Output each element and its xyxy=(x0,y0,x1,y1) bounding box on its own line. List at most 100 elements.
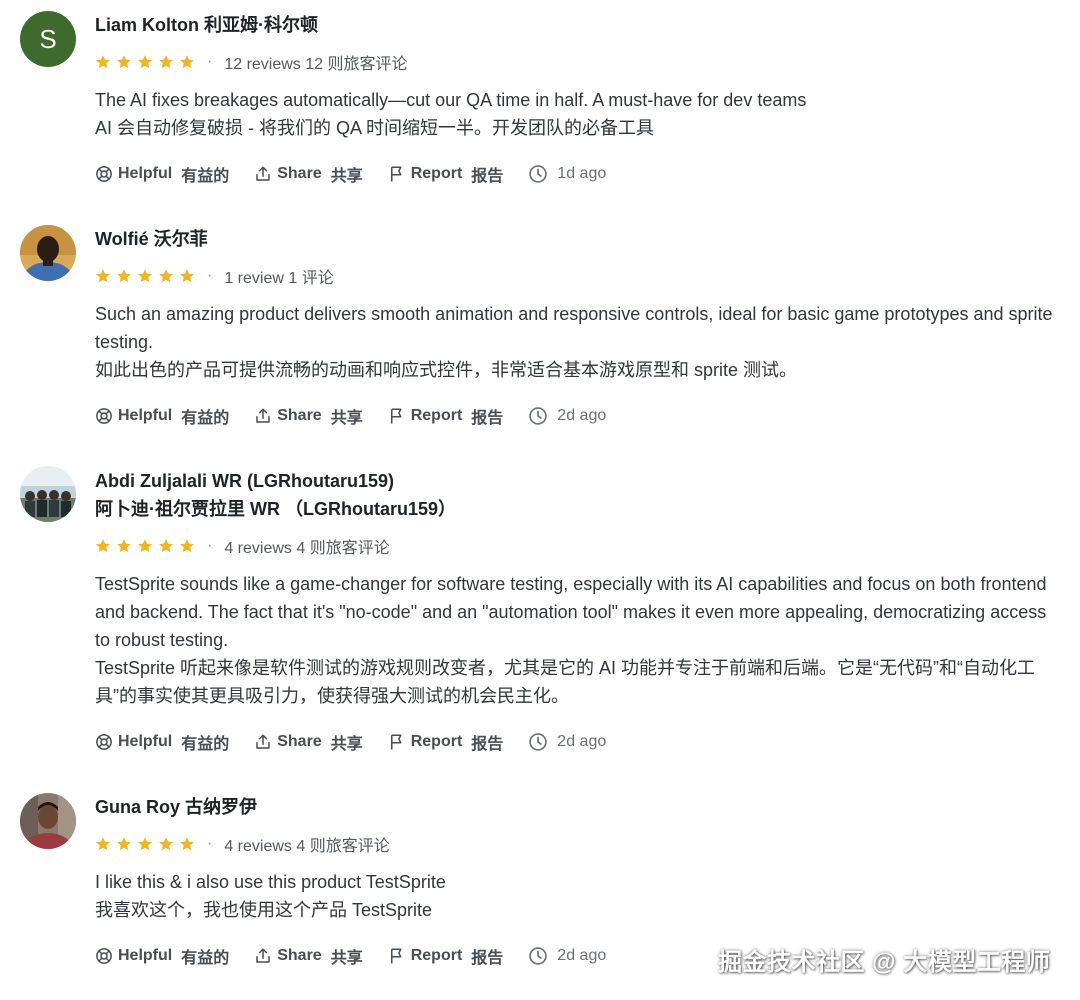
separator-dot: · xyxy=(207,53,213,70)
helpful-button[interactable]: Helpful 有益的 xyxy=(95,944,229,968)
avatar[interactable]: S xyxy=(20,11,76,67)
review-count: 1 review 1 评论 xyxy=(224,270,334,287)
share-icon xyxy=(254,947,272,965)
flag-icon xyxy=(388,733,406,751)
review-time: 2d ago xyxy=(528,732,606,752)
rating-stars xyxy=(95,538,195,554)
share-icon xyxy=(254,733,272,751)
avatar-photo xyxy=(20,225,76,281)
report-label: Report xyxy=(410,947,463,964)
share-label: Share xyxy=(277,947,322,964)
lifebuoy-icon xyxy=(95,407,113,425)
review-actions: Helpful 有益的 Share 共享 Report 报告 1d ago xyxy=(95,161,606,187)
report-label-zh: 报告 xyxy=(471,410,504,427)
report-label: Report xyxy=(410,733,463,750)
review-body: TestSprite sounds like a game-changer fo… xyxy=(95,570,1065,710)
lifebuoy-icon xyxy=(95,733,113,751)
review-time: 1d ago xyxy=(528,164,606,184)
report-label-zh: 报告 xyxy=(471,736,504,753)
star-icon xyxy=(95,538,111,554)
helpful-label-zh: 有益的 xyxy=(181,410,230,427)
avatar[interactable] xyxy=(20,466,76,522)
report-label: Report xyxy=(410,165,463,182)
star-icon xyxy=(179,538,195,554)
review-body: I like this & i also use this product Te… xyxy=(95,868,1065,924)
reviewer-name[interactable]: Liam Kolton 利亚姆·科尔顿 xyxy=(95,11,318,39)
time-label: 2d ago xyxy=(557,733,607,750)
share-label-zh: 共享 xyxy=(330,168,363,185)
review-body: The AI fixes breakages automatically—cut… xyxy=(95,86,1065,142)
report-button[interactable]: Report 报告 xyxy=(388,944,504,968)
review-count: 4 reviews 4 则旅客评论 xyxy=(224,838,390,855)
share-label: Share xyxy=(277,407,322,424)
review-text-zh: 如此出色的产品可提供流畅的动画和响应式控件，非常适合基本游戏原型和 sprite… xyxy=(95,360,798,380)
review-text-zh: 我喜欢这个，我也使用这个产品 TestSprite xyxy=(95,900,433,920)
watermark: 掘金技术社区 @ 大模型工程师 xyxy=(718,949,1051,976)
review-time: 2d ago xyxy=(528,946,606,966)
share-label: Share xyxy=(277,733,322,750)
lifebuoy-icon xyxy=(95,165,113,183)
avatar[interactable] xyxy=(20,225,76,281)
review-count: 4 reviews 4 则旅客评论 xyxy=(224,540,390,557)
star-icon xyxy=(158,538,174,554)
star-icon xyxy=(116,268,132,284)
star-icon xyxy=(137,836,153,852)
review-count: 12 reviews 12 则旅客评论 xyxy=(224,56,408,73)
rating-stars xyxy=(95,54,195,70)
share-label: Share xyxy=(277,165,322,182)
review-text-en: TestSprite sounds like a game-changer fo… xyxy=(95,574,1047,650)
review-text-zh: TestSprite 听起来像是软件测试的游戏规则改变者，尤其是它的 AI 功能… xyxy=(95,658,1036,706)
star-icon xyxy=(137,268,153,284)
report-button[interactable]: Report 报告 xyxy=(388,730,504,754)
helpful-button[interactable]: Helpful 有益的 xyxy=(95,162,229,186)
star-icon xyxy=(179,836,195,852)
report-label-zh: 报告 xyxy=(471,950,504,967)
star-icon xyxy=(137,54,153,70)
avatar[interactable] xyxy=(20,793,76,849)
reviewer-name-zh: 阿卜迪·祖尔贾拉里 WR （LGRhoutaru159） xyxy=(95,499,457,519)
avatar-photo xyxy=(20,793,76,849)
star-icon xyxy=(137,538,153,554)
review-text-en: I like this & i also use this product Te… xyxy=(95,872,446,892)
star-icon xyxy=(158,836,174,852)
review-meta: · 1 review 1 评论 xyxy=(95,264,334,288)
share-button[interactable]: Share 共享 xyxy=(254,404,363,428)
flag-icon xyxy=(388,407,406,425)
share-button[interactable]: Share 共享 xyxy=(254,730,363,754)
helpful-button[interactable]: Helpful 有益的 xyxy=(95,404,229,428)
review-actions: Helpful 有益的 Share 共享 Report 报告 2d ago xyxy=(95,729,606,755)
share-button[interactable]: Share 共享 xyxy=(254,162,363,186)
reviewer-name[interactable]: Guna Roy 古纳罗伊 xyxy=(95,793,257,821)
star-icon xyxy=(158,54,174,70)
time-label: 1d ago xyxy=(557,165,607,182)
helpful-label: Helpful xyxy=(118,165,173,182)
helpful-button[interactable]: Helpful 有益的 xyxy=(95,730,229,754)
review-text-zh: AI 会自动修复破损 - 将我们的 QA 时间缩短一半。开发团队的必备工具 xyxy=(95,118,655,138)
star-icon xyxy=(179,268,195,284)
review-text-en: The AI fixes breakages automatically—cut… xyxy=(95,90,807,110)
share-icon xyxy=(254,407,272,425)
separator-dot: · xyxy=(207,267,213,284)
reviewer-name[interactable]: Wolfié 沃尔菲 xyxy=(95,225,208,253)
report-button[interactable]: Report 报告 xyxy=(388,404,504,428)
report-label: Report xyxy=(410,407,463,424)
share-button[interactable]: Share 共享 xyxy=(254,944,363,968)
review-meta: · 4 reviews 4 则旅客评论 xyxy=(95,534,390,558)
star-icon xyxy=(116,836,132,852)
separator-dot: · xyxy=(207,537,213,554)
reviewer-name[interactable]: Abdi Zuljalali WR (LGRhoutaru159) 阿卜迪·祖尔… xyxy=(95,467,456,523)
avatar-letter: S xyxy=(39,23,57,54)
review-meta: · 12 reviews 12 则旅客评论 xyxy=(95,50,408,74)
helpful-label-zh: 有益的 xyxy=(181,168,230,185)
time-label: 2d ago xyxy=(557,947,607,964)
reviewer-name-en: Abdi Zuljalali WR (LGRhoutaru159) xyxy=(95,471,395,491)
share-icon xyxy=(254,165,272,183)
review-actions: Helpful 有益的 Share 共享 Report 报告 2d ago xyxy=(95,943,606,969)
helpful-label-zh: 有益的 xyxy=(181,736,230,753)
star-icon xyxy=(95,268,111,284)
flag-icon xyxy=(388,165,406,183)
report-button[interactable]: Report 报告 xyxy=(388,162,503,186)
review-meta: · 4 reviews 4 则旅客评论 xyxy=(95,832,390,856)
clock-icon xyxy=(528,164,548,184)
star-icon xyxy=(116,54,132,70)
